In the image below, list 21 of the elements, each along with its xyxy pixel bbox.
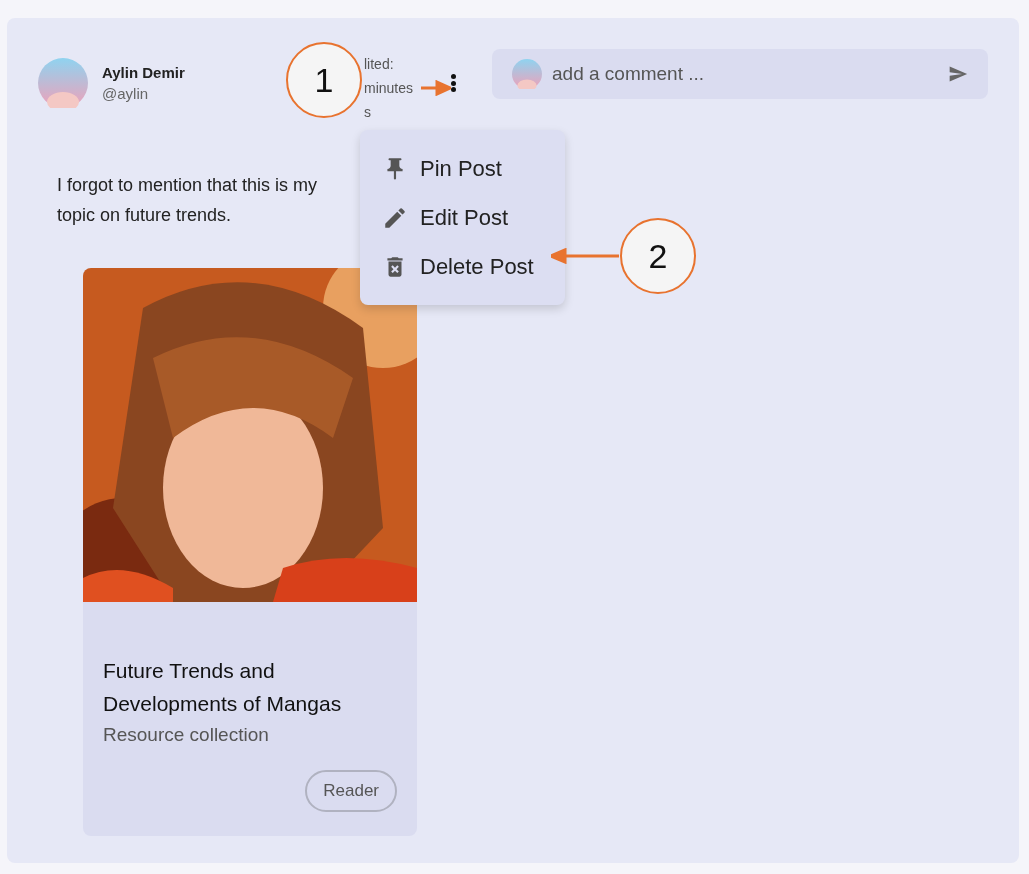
comment-field[interactable]: add a comment ... bbox=[492, 49, 988, 99]
author-name: Aylin Demir bbox=[102, 63, 185, 83]
callout-arrow bbox=[551, 248, 619, 264]
edited-label: s bbox=[364, 103, 372, 122]
edited-label: lited: bbox=[364, 55, 395, 74]
callout-badge: 2 bbox=[620, 218, 696, 294]
send-icon[interactable] bbox=[948, 64, 968, 84]
resource-title: Future Trends and Developments of Mangas bbox=[103, 658, 343, 717]
comment-input[interactable]: add a comment ... bbox=[552, 59, 938, 89]
callout-arrow bbox=[421, 80, 451, 96]
tag-chip: Reader bbox=[305, 770, 397, 812]
resource-card[interactable]: Future Trends and Developments of Mangas Resource collection Reader bbox=[83, 268, 417, 836]
author-handle: @aylin bbox=[102, 84, 150, 104]
avatar bbox=[38, 58, 88, 108]
menu-item[interactable]: Pin Post bbox=[360, 144, 565, 193]
resource-subtitle: Resource collection bbox=[103, 723, 270, 747]
menu-item[interactable]: Edit Post bbox=[360, 193, 565, 242]
avatar bbox=[512, 59, 542, 89]
post-text: I forgot to mention that this is my topic on future trends. bbox=[57, 174, 318, 227]
callout-badge: 1 bbox=[286, 42, 362, 118]
edited-label: minutes bbox=[364, 79, 414, 98]
